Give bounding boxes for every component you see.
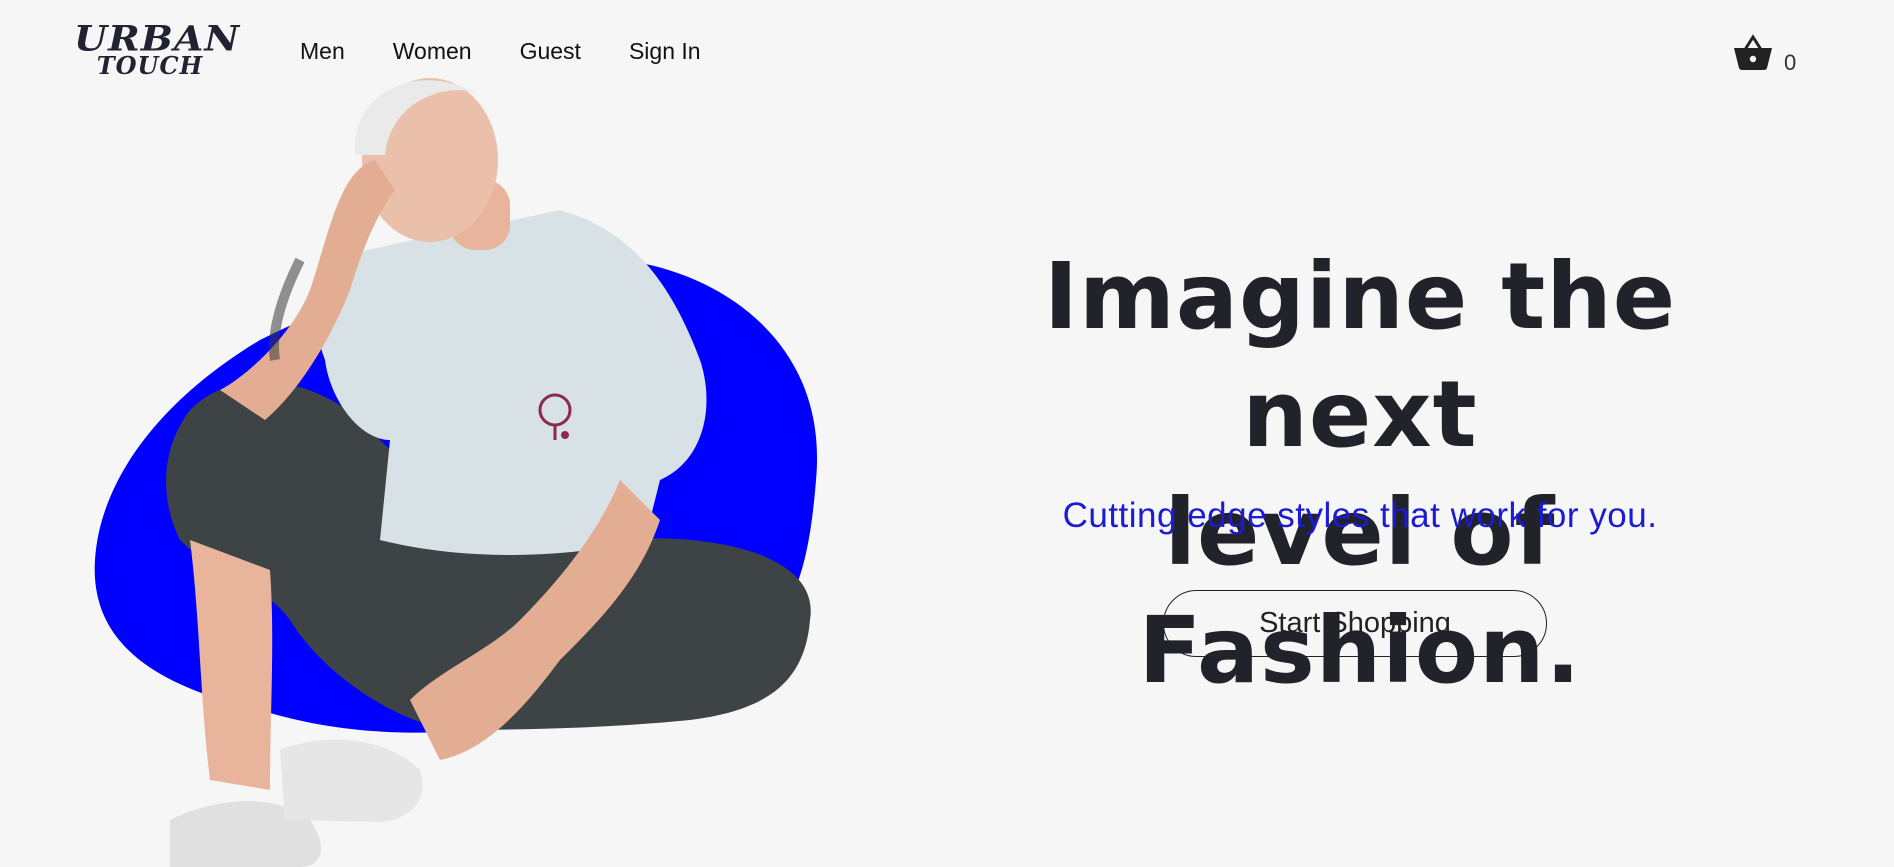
hero-image	[0, 60, 860, 867]
cart-button[interactable]: 0	[1732, 34, 1802, 78]
basket-icon	[1734, 34, 1772, 70]
landing-page: URBAN TOUCH Men Women Guest Sign In 0 Im…	[0, 0, 1894, 867]
hero-title-line-1: Imagine the next	[1043, 243, 1677, 468]
brand-line-1: URBAN	[74, 18, 241, 59]
start-shopping-button[interactable]: Start Shopping	[1163, 590, 1547, 657]
hero-illustration	[94, 78, 818, 867]
cart-count: 0	[1784, 50, 1797, 75]
hero-subtitle: Cutting edge styles that work for you.	[1062, 496, 1658, 535]
